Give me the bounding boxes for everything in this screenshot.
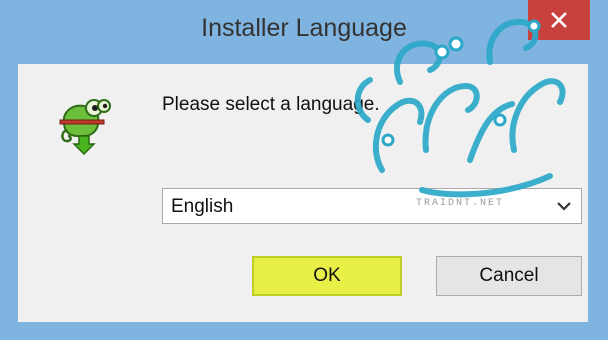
title-bar[interactable]: Installer Language (0, 0, 608, 64)
cancel-button[interactable]: Cancel (436, 256, 582, 296)
close-button[interactable] (528, 0, 590, 40)
chameleon-installer-icon (59, 99, 111, 156)
chevron-down-icon (557, 202, 571, 211)
ok-button[interactable]: OK (252, 256, 402, 296)
close-icon (551, 12, 567, 28)
language-select-value: English (171, 196, 234, 217)
language-select[interactable]: English (162, 188, 582, 224)
installer-window: Installer Language Please select a langu… (0, 0, 608, 340)
window-title: Installer Language (201, 14, 407, 42)
dialog-content: Please select a language. English OK Can… (18, 64, 588, 322)
language-prompt: Please select a language. (162, 94, 380, 115)
